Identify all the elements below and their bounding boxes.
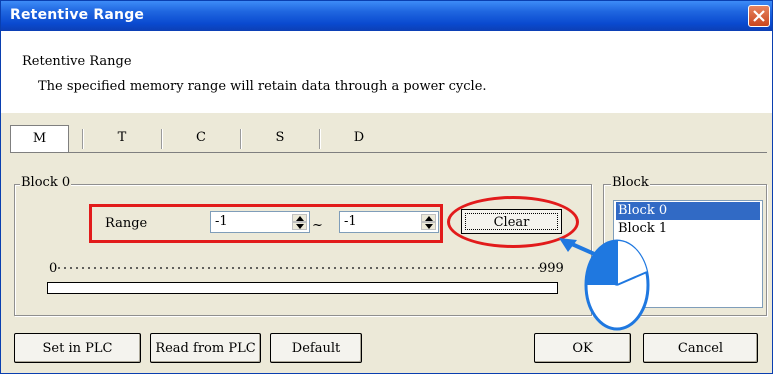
spin-down-button[interactable] [421, 222, 436, 230]
pointer-cursor-overlay [559, 238, 650, 331]
title-bar: Retentive Range [1, 1, 772, 31]
default-button[interactable]: Default [270, 333, 362, 363]
block-0-legend: Block 0 [20, 175, 72, 190]
spin-up-button[interactable] [292, 214, 307, 222]
close-icon [753, 10, 765, 22]
close-button[interactable] [748, 5, 770, 27]
spin-down-button[interactable] [292, 222, 307, 230]
tab-t[interactable]: T [83, 125, 161, 153]
arrow-up-icon [425, 216, 433, 221]
tab-m[interactable]: M [10, 125, 69, 153]
device-tabs: M T C S D [10, 125, 767, 153]
header-description: The specified memory range will retain d… [38, 79, 487, 94]
window-title: Retentive Range [10, 7, 145, 23]
block-list-legend: Block [611, 175, 650, 190]
scale-dotted-line [56, 267, 542, 269]
cancel-button[interactable]: Cancel [643, 333, 758, 363]
spin-up-button[interactable] [421, 214, 436, 222]
header-title: Retentive Range [22, 54, 132, 69]
range-bar [47, 282, 558, 294]
range-start-spinner[interactable]: -1 [210, 211, 310, 233]
range-label: Range [105, 216, 148, 231]
arrow-down-icon [425, 224, 433, 229]
list-item[interactable]: Block 0 [616, 202, 760, 220]
range-start-value: -1 [215, 214, 228, 229]
mouse-click-icon [584, 239, 650, 331]
range-end-spinner[interactable]: -1 [339, 211, 439, 233]
retentive-range-dialog: Retentive Range Retentive Range The spec… [0, 0, 773, 374]
tab-s[interactable]: S [241, 125, 319, 153]
dialog-header: Retentive Range The specified memory ran… [1, 31, 772, 113]
tab-underline [10, 152, 767, 153]
arrow-down-icon [296, 224, 304, 229]
tab-c[interactable]: C [162, 125, 240, 153]
ok-button[interactable]: OK [534, 333, 631, 363]
arrow-up-icon [296, 216, 304, 221]
tab-d[interactable]: D [320, 125, 398, 153]
set-in-plc-button[interactable]: Set in PLC [14, 333, 141, 363]
range-end-value: -1 [344, 214, 357, 229]
range-separator: ~ [312, 218, 323, 233]
read-from-plc-button[interactable]: Read from PLC [150, 333, 261, 363]
